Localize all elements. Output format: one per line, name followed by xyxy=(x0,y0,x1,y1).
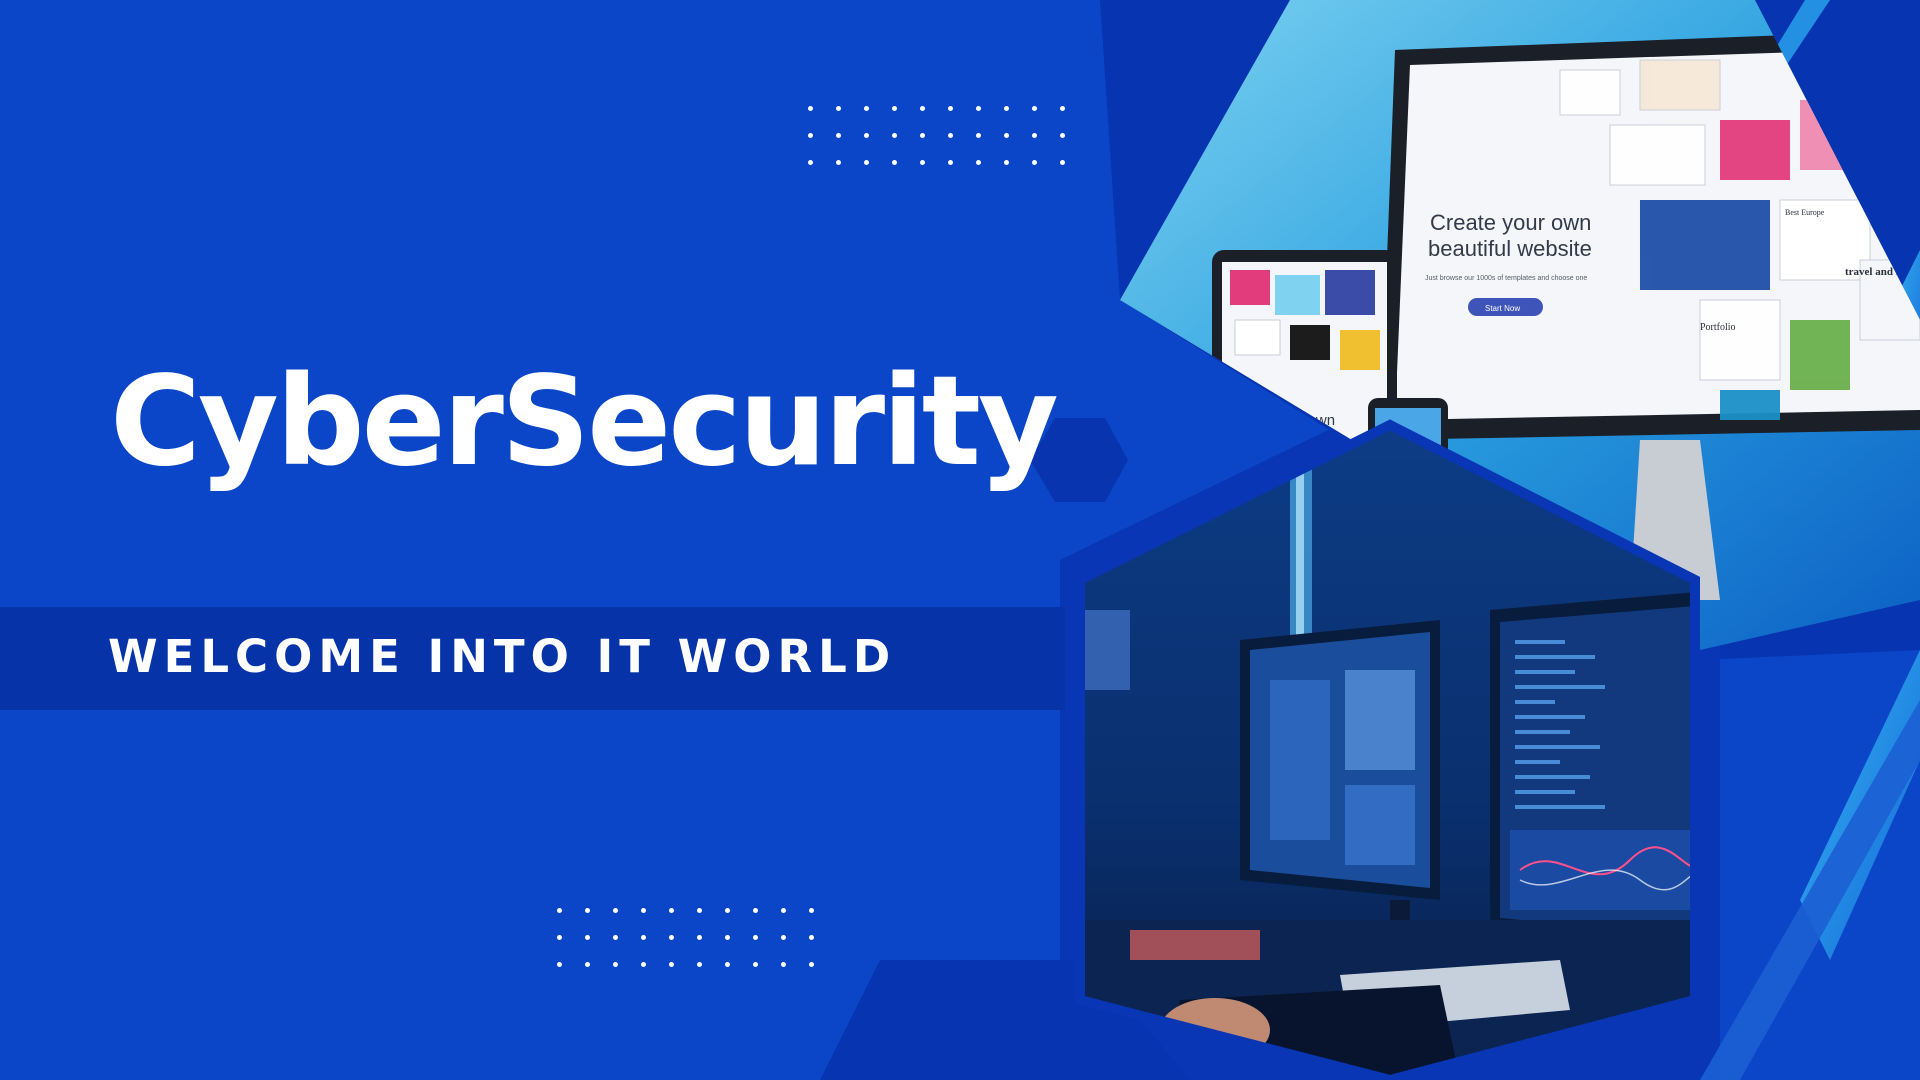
cybersecurity-banner: Create your own beautiful website Just b… xyxy=(0,0,1920,1080)
start-now-label: Start Now xyxy=(1485,304,1520,313)
card-europe-label: Best Europe xyxy=(1785,208,1825,217)
monitor-headline-1: Create your own xyxy=(1430,210,1591,235)
accent-stripe-3 xyxy=(1700,700,1920,1080)
banner-subtitle: WELCOME INTO IT WORLD xyxy=(108,630,897,683)
monitor-tagline: Just browse our 1000s of templates and c… xyxy=(1425,275,1587,282)
monitor-headline-2: beautiful website xyxy=(1428,236,1592,261)
dot-grid-bottom xyxy=(557,908,815,968)
banner-title: CyberSecurity xyxy=(110,350,1059,494)
right-monitor xyxy=(1490,590,1695,950)
card-portfolio-label: Portfolio xyxy=(1700,322,1736,333)
dot-grid-top xyxy=(808,106,1066,166)
